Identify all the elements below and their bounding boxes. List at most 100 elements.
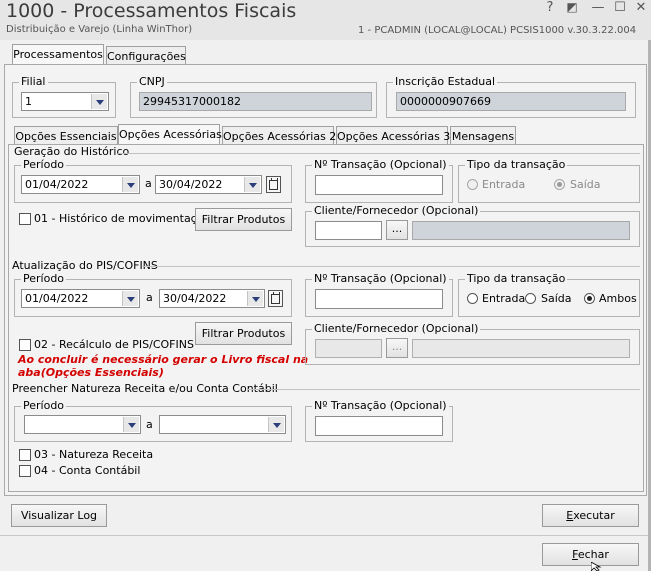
tab-label: Mensagens	[451, 130, 515, 143]
cliente-name-field	[412, 221, 630, 240]
help-icon[interactable]: ?	[540, 0, 560, 15]
tab-label: Opções Acessórias	[119, 128, 222, 141]
warning-text: Ao concluir é necessário gerar o Livro f…	[18, 353, 308, 379]
tab-label: Configurações	[107, 50, 186, 63]
window-subtitle: Distribuição e Varejo (Linha WinThor)	[6, 24, 193, 35]
date-separator: a	[146, 418, 153, 431]
section-divider	[248, 389, 640, 390]
date-to-picker[interactable]	[159, 415, 286, 434]
cliente-search-button[interactable]: ...	[386, 338, 408, 358]
radio-ambos[interactable]	[584, 293, 595, 304]
radio-entrada-label: Entrada	[482, 292, 526, 305]
window-title: 1000 - Processamentos Fiscais	[6, 0, 297, 22]
section-title: Atualização do PIS/COFINS	[12, 259, 158, 272]
natureza-receita-label: 03 - Natureza Receita	[34, 448, 154, 461]
radio-entrada-label: Entrada	[482, 178, 526, 191]
section-divider	[144, 266, 640, 267]
radio-saida[interactable]	[525, 293, 536, 304]
recalculo-checkbox[interactable]	[19, 339, 31, 351]
conta-contabil-checkbox[interactable]	[19, 465, 31, 477]
executar-label: xecutar	[573, 509, 615, 522]
tab-configuracoes[interactable]: Configurações	[106, 46, 186, 65]
tipo-transacao-label: Tipo da transação	[465, 158, 568, 171]
radio-saida-label: Saída	[570, 178, 601, 191]
transacao-input[interactable]	[315, 416, 443, 436]
filtrar-produtos-button[interactable]: Filtrar Produtos	[195, 208, 292, 231]
date-to-picker[interactable]: 30/04/2022	[159, 289, 265, 308]
cliente-name-field	[412, 339, 630, 358]
radio-saida-label: Saída	[541, 292, 572, 305]
date-separator: a	[146, 291, 153, 304]
date-from-picker[interactable]	[24, 415, 141, 434]
chevron-down-icon	[91, 94, 107, 109]
section-divider	[118, 153, 640, 154]
filtrar-produtos-button[interactable]: Filtrar Produtos	[195, 322, 292, 345]
tab-label: Opções Acessórias 3	[337, 130, 451, 143]
tab-opcoes-acessorias-2[interactable]: Opções Acessórias 2	[222, 126, 337, 145]
ie-field: 0000000907669	[396, 92, 626, 111]
date-from-picker[interactable]: 01/04/2022	[21, 289, 140, 308]
conta-contabil-label: 04 - Conta Contábil	[34, 464, 141, 477]
cliente-search-button[interactable]: ...	[386, 220, 408, 240]
section-title: Preencher Natureza Receita e/ou Conta Co…	[12, 382, 278, 395]
periodo-label: Período	[21, 158, 67, 171]
tab-opcoes-essenciais[interactable]: Opções Essenciais	[14, 126, 118, 145]
edit-icon[interactable]: ◩	[562, 0, 582, 14]
recalculo-checkbox-label: 02 - Recálculo de PIS/COFINS	[34, 338, 194, 351]
date-value: 01/04/2022	[25, 178, 89, 191]
date-from-picker[interactable]: 01/04/2022	[21, 175, 140, 194]
transacao-input[interactable]	[315, 289, 443, 309]
date-separator: a	[145, 177, 152, 190]
section-title: Geração do Histórico	[14, 145, 130, 158]
calendar-icon[interactable]	[266, 176, 281, 193]
cliente-code-input[interactable]	[315, 221, 382, 240]
chevron-down-icon	[122, 177, 138, 192]
tab-mensagens[interactable]: Mensagens	[450, 126, 516, 145]
maximize-icon[interactable]: ☐	[610, 0, 630, 15]
transacao-label: Nº Transação (Opcional)	[312, 158, 449, 171]
tab-opcoes-acessorias[interactable]: Opções Acessórias	[118, 124, 222, 145]
footer-divider	[0, 535, 648, 536]
close-icon[interactable]: ✕	[631, 0, 651, 15]
visualizar-log-button[interactable]: Visualizar Log	[11, 504, 107, 527]
session-info: 1 - PCADMIN (LOCAL@LOCAL) PCSIS1000 v.30…	[358, 25, 637, 36]
cliente-label: Cliente/Fornecedor (Opcional)	[312, 322, 481, 335]
historico-checkbox[interactable]	[19, 213, 31, 225]
historico-checkbox-label: 01 - Histórico de movimentações	[34, 212, 216, 225]
filial-label: Filial	[19, 75, 48, 88]
transacao-label: Nº Transação (Opcional)	[312, 399, 449, 412]
chevron-down-icon	[244, 177, 260, 192]
radio-entrada[interactable]	[467, 179, 478, 190]
tipo-transacao-label: Tipo da transação	[465, 272, 568, 285]
transacao-input[interactable]	[315, 175, 443, 195]
executar-button[interactable]: Executar	[542, 504, 639, 527]
radio-entrada[interactable]	[467, 293, 478, 304]
tab-label: Opções Essenciais	[15, 130, 117, 143]
cliente-code-input[interactable]	[315, 339, 382, 358]
filial-select[interactable]: 1	[21, 92, 109, 111]
mouse-cursor-icon	[591, 562, 602, 571]
tab-label: Opções Acessórias 2	[223, 130, 337, 143]
date-to-picker[interactable]: 30/04/2022	[155, 175, 262, 194]
natureza-receita-checkbox[interactable]	[19, 449, 31, 461]
minimize-icon[interactable]: —	[588, 0, 608, 15]
warning-line: aba(Opções Essenciais)	[18, 366, 164, 379]
chevron-down-icon	[247, 291, 263, 306]
calendar-icon[interactable]	[268, 290, 283, 307]
chevron-down-icon	[122, 291, 138, 306]
cnpj-field: 29945317000182	[139, 92, 372, 111]
ie-label: Inscrição Estadual	[393, 75, 498, 88]
cliente-label: Cliente/Fornecedor (Opcional)	[312, 204, 481, 217]
chevron-down-icon	[123, 417, 139, 432]
transacao-label: Nº Transação (Opcional)	[312, 272, 449, 285]
periodo-label: Período	[21, 272, 67, 285]
tab-processamentos[interactable]: Processamentos	[12, 44, 104, 65]
warning-line: Ao concluir é necessário gerar o Livro f…	[18, 353, 309, 366]
fechar-label: echar	[577, 548, 609, 561]
periodo-label: Período	[21, 399, 67, 412]
radio-saida[interactable]	[554, 179, 565, 190]
tab-opcoes-acessorias-3[interactable]: Opções Acessórias 3	[336, 126, 451, 145]
window-controls: ? ◩ — ☐ ✕	[540, 0, 650, 18]
radio-ambos-label: Ambos	[599, 292, 637, 305]
tab-label: Processamentos	[13, 48, 103, 61]
